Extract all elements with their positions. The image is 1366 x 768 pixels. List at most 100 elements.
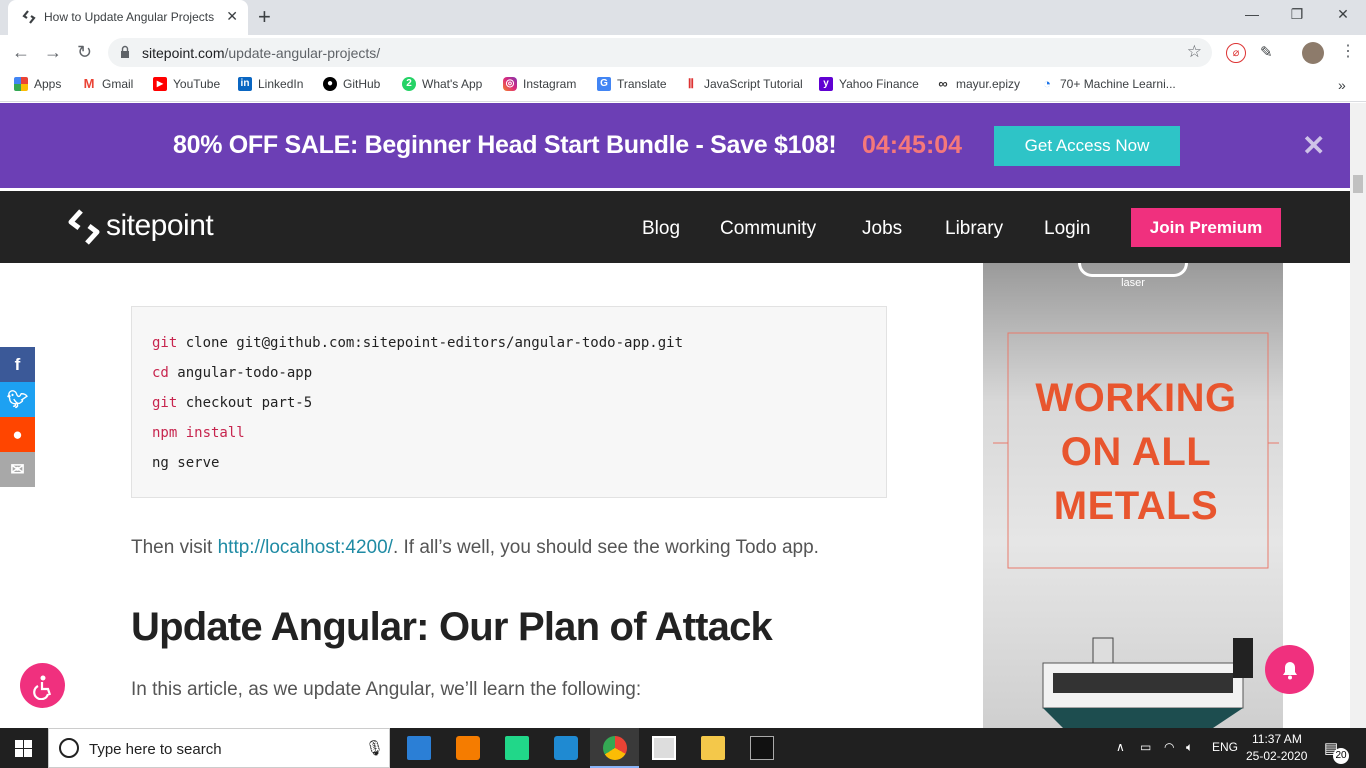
bookmark-gmail[interactable]: M Gmail: [82, 76, 134, 92]
nav-library[interactable]: Library: [945, 218, 1003, 240]
maximize-button[interactable]: ❐: [1287, 6, 1307, 23]
visit-paragraph: Then visit http://localhost:4200/. If al…: [131, 537, 819, 559]
intro-paragraph: In this article, as we update Angular, w…: [131, 679, 642, 700]
visit-text-after: . If all’s well, you should see the work…: [392, 537, 819, 558]
advertisement[interactable]: laser WORKING ON ALL METALS: [983, 263, 1283, 728]
sitepoint-favicon-icon: [22, 10, 36, 24]
battery-icon[interactable]: ▭: [1140, 740, 1151, 754]
forward-arrow-icon[interactable]: →: [44, 42, 62, 63]
bookmark-mayur-epizy[interactable]: ∞ mayur.epizy: [936, 77, 1020, 92]
nav-blog[interactable]: Blog: [642, 218, 680, 240]
localhost-link[interactable]: http://localhost:4200/: [218, 537, 393, 558]
bookmark-linkedin[interactable]: in LinkedIn: [238, 77, 303, 91]
bookmark-github[interactable]: ● GitHub: [323, 77, 380, 91]
ad-headline: WORKING ON ALL METALS: [983, 371, 1283, 533]
microphone-icon[interactable]: 🎙︎: [365, 739, 384, 757]
promo-banner: 80% OFF SALE: Beginner Head Start Bundle…: [0, 103, 1350, 188]
menu-dots-icon[interactable]: ⋮: [1340, 41, 1356, 61]
code-line: ng serve: [152, 455, 219, 471]
reload-icon[interactable]: ↻: [77, 42, 92, 63]
bookmark-yahoo-finance[interactable]: y Yahoo Finance: [819, 77, 919, 91]
bookmark-site-icon: ◔: [1043, 76, 1051, 91]
ad-headline-line: WORKING: [1035, 376, 1237, 420]
extension-icon[interactable]: ⌀: [1226, 43, 1246, 63]
bookmark-youtube[interactable]: ▶ YouTube: [153, 77, 220, 91]
pycharm-icon[interactable]: [505, 736, 529, 760]
profile-avatar[interactable]: [1302, 42, 1324, 64]
promo-text: 80% OFF SALE: Beginner Head Start Bundle…: [173, 131, 837, 159]
get-access-button[interactable]: Get Access Now: [994, 126, 1180, 166]
bookmark-instagram[interactable]: ◎ Instagram: [503, 77, 576, 91]
address-bar[interactable]: sitepoint.com/update-angular-projects/ ☆: [108, 38, 1212, 67]
bookmark-label: GitHub: [343, 77, 381, 91]
promo-timer: 04:45:04: [862, 131, 963, 159]
sitepoint-logo-icon[interactable]: [68, 209, 100, 245]
accessibility-button[interactable]: [20, 663, 65, 708]
bookmark-machine-learning[interactable]: ◔ 70+ Machine Learni...: [1040, 76, 1176, 92]
xampp-icon[interactable]: [456, 736, 480, 760]
browser-tab[interactable]: How to Update Angular Projects ✕: [8, 0, 248, 35]
clock-date[interactable]: 25-02-2020: [1246, 749, 1307, 763]
new-tab-button[interactable]: +: [258, 4, 271, 30]
file-explorer-icon[interactable]: [701, 736, 725, 760]
photos-icon[interactable]: [652, 736, 676, 760]
tab-strip: How to Update Angular Projects ✕ + — ❐ ✕: [0, 0, 1366, 35]
instagram-icon: ◎: [503, 77, 517, 91]
sitepoint-logo[interactable]: sitepoint: [106, 209, 214, 243]
taskbar-search-placeholder: Type here to search: [89, 741, 222, 758]
clock-time[interactable]: 11:37 AM: [1252, 732, 1302, 746]
url-path: /update-angular-projects/: [224, 45, 381, 61]
windows-start-icon[interactable]: [15, 740, 32, 757]
twitter-share-icon[interactable]: 🐦︎: [0, 382, 35, 417]
chrome-icon[interactable]: [603, 736, 627, 760]
yahoo-icon: y: [819, 77, 833, 91]
code-keyword: git: [152, 395, 178, 411]
whatsapp-icon: 2: [402, 77, 416, 91]
code-line: npm install: [152, 425, 245, 441]
nav-login[interactable]: Login: [1044, 218, 1091, 240]
more-bookmarks-icon[interactable]: »: [1338, 77, 1346, 93]
bookmarks-bar: Apps M Gmail ▶ YouTube in LinkedIn ● GitHub …: [0, 70, 1366, 102]
gmail-icon: M: [83, 76, 95, 91]
bookmark-label: LinkedIn: [258, 77, 304, 91]
show-hidden-icons[interactable]: ∧: [1116, 740, 1125, 754]
notification-count: 20: [1333, 748, 1349, 764]
extension-pen-icon[interactable]: ✎: [1260, 43, 1273, 61]
vscode-icon[interactable]: [554, 736, 578, 760]
web-page: 80% OFF SALE: Beginner Head Start Bundle…: [0, 103, 1350, 728]
nav-community[interactable]: Community: [720, 218, 816, 240]
github-icon: ●: [323, 77, 337, 91]
close-tab-icon[interactable]: ✕: [226, 8, 238, 25]
page-scrollbar[interactable]: [1350, 103, 1366, 728]
bookmark-star-icon[interactable]: ☆: [1187, 42, 1202, 62]
nav-jobs[interactable]: Jobs: [862, 218, 902, 240]
ad-brand: laser: [1121, 277, 1145, 289]
terminal-icon[interactable]: [750, 736, 774, 760]
task-view-icon[interactable]: [407, 736, 431, 760]
close-banner-icon[interactable]: ✕: [1302, 129, 1325, 162]
minimize-button[interactable]: —: [1242, 6, 1262, 22]
notification-bell-button[interactable]: [1265, 645, 1314, 694]
reddit-share-icon[interactable]: ●: [0, 417, 35, 452]
code-line: git checkout part-5: [152, 395, 312, 411]
bookmark-apps[interactable]: Apps: [14, 77, 61, 91]
back-arrow-icon[interactable]: ←: [12, 42, 30, 63]
join-premium-button[interactable]: Join Premium: [1131, 208, 1281, 247]
code-keyword: npm install: [152, 425, 245, 441]
bookmark-translate[interactable]: G Translate: [597, 77, 667, 91]
volume-icon[interactable]: 🔈︎: [1186, 740, 1193, 755]
scroll-thumb[interactable]: [1353, 175, 1363, 193]
close-window-button[interactable]: ✕: [1333, 6, 1353, 23]
translate-icon: G: [597, 77, 611, 91]
bookmark-javascript-tutorial[interactable]: Ⅱ JavaScript Tutorial: [684, 77, 803, 92]
youtube-icon: ▶: [153, 77, 167, 91]
code-text: clone git@github.com:sitepoint-editors/a…: [177, 335, 684, 351]
email-share-icon[interactable]: ✉: [0, 452, 35, 487]
taskbar-search-box[interactable]: Type here to search 🎙︎: [48, 728, 390, 768]
code-text: checkout part-5: [177, 395, 313, 411]
language-indicator[interactable]: ENG: [1212, 740, 1238, 754]
bookmark-whatsapp[interactable]: 2 What's App: [402, 77, 482, 91]
wifi-icon[interactable]: ◠: [1164, 740, 1174, 754]
facebook-share-icon[interactable]: f: [0, 347, 35, 382]
ad-headline-line: METALS: [1053, 484, 1219, 528]
